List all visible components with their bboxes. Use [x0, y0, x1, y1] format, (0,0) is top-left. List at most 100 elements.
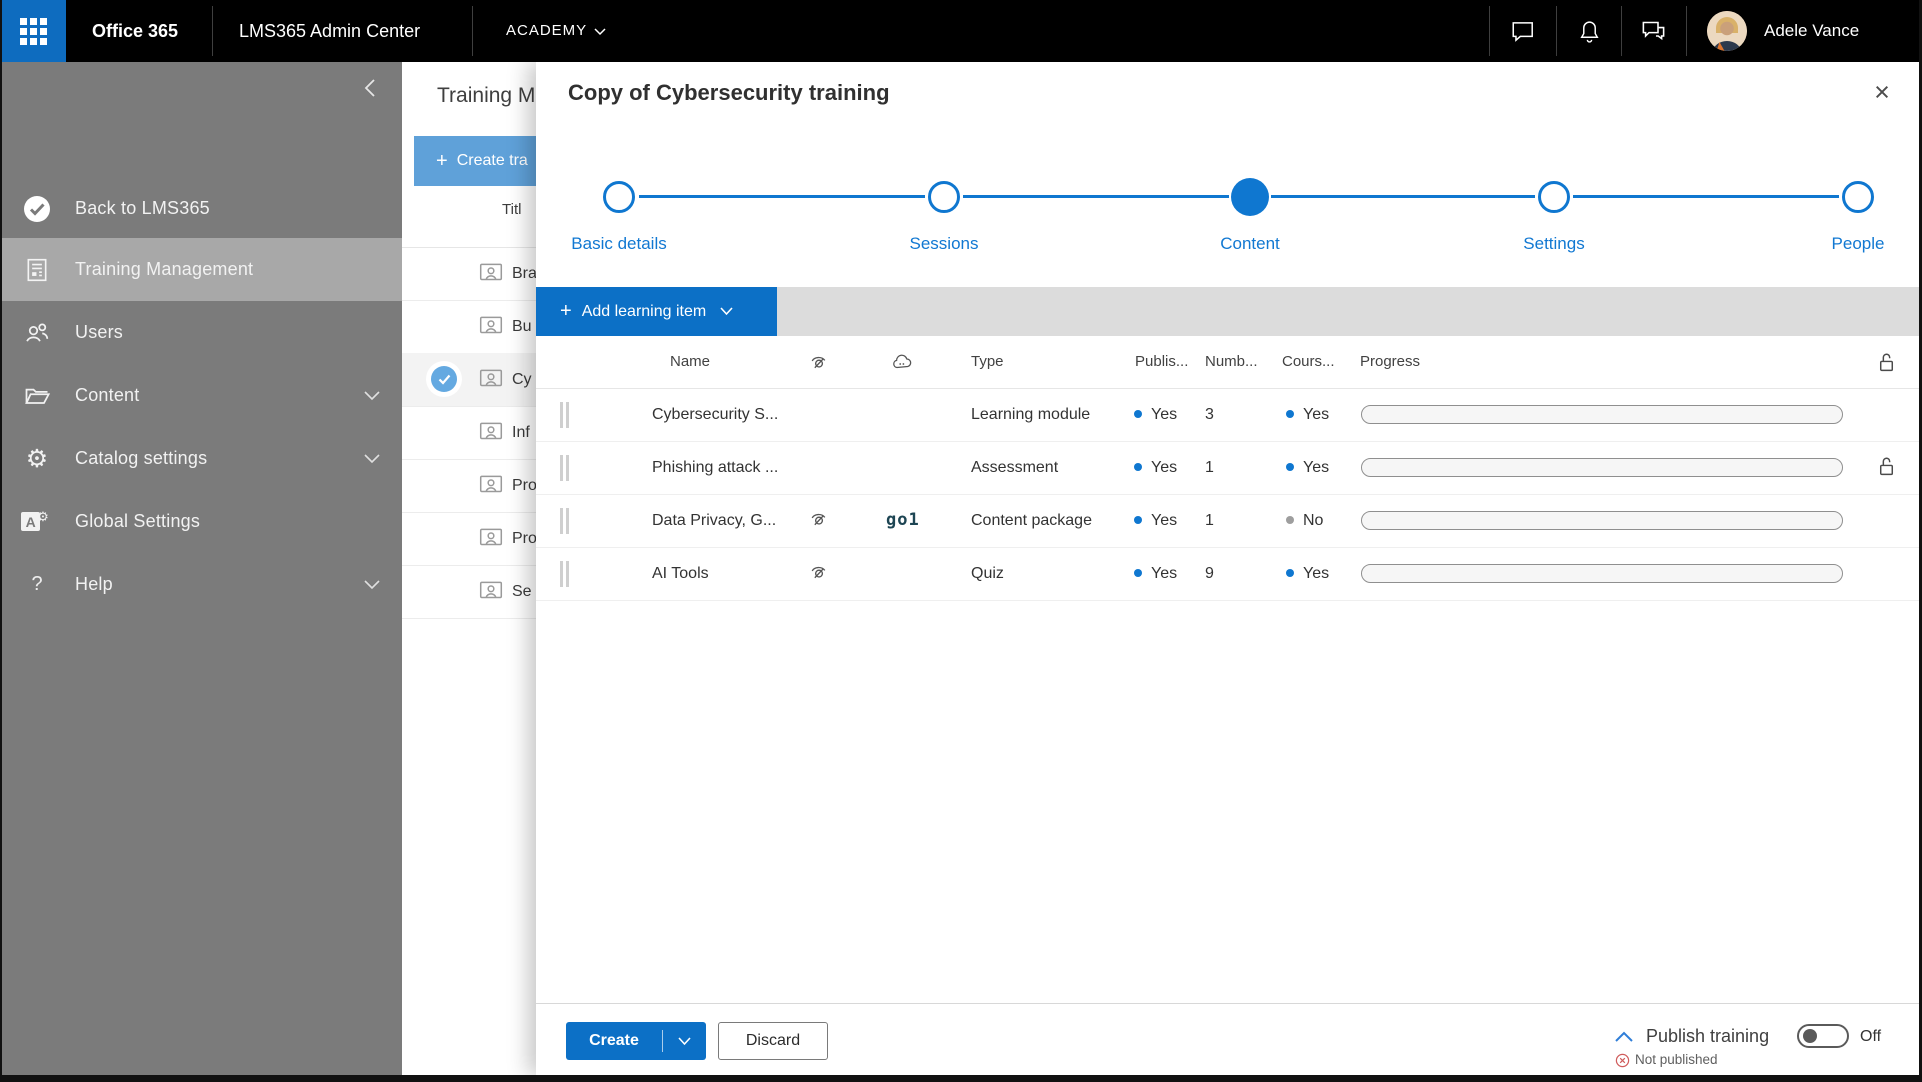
chevron-down-icon[interactable]: [594, 28, 606, 36]
feedback-icon[interactable]: [1633, 0, 1673, 62]
add-learning-item-button[interactable]: + Add learning item: [536, 287, 777, 336]
publish-training-label: Publish training: [1646, 1026, 1770, 1046]
lock-open-icon[interactable]: [1878, 456, 1895, 477]
training-document-icon: [22, 257, 52, 283]
selected-check-icon[interactable]: [431, 366, 457, 392]
notifications-bell-icon[interactable]: [1569, 0, 1609, 62]
tenant-selector[interactable]: ACADEMY: [506, 0, 587, 62]
step-label-basic-details[interactable]: Basic details: [534, 234, 704, 254]
step-circle-people[interactable]: [1842, 181, 1874, 213]
column-number[interactable]: Numb...: [1205, 336, 1258, 388]
chevron-down-icon[interactable]: [663, 1036, 706, 1046]
top-bar: Office 365 LMS365 Admin Center ACADEMY A…: [0, 0, 1922, 62]
list-item[interactable]: Pro: [402, 459, 536, 513]
table-row[interactable]: Data Privacy, G... go1 Content package Y…: [536, 494, 1922, 548]
user-name[interactable]: Adele Vance: [1764, 0, 1859, 62]
drag-handle-icon[interactable]: [560, 455, 569, 481]
step-label-content[interactable]: Content: [1165, 234, 1335, 254]
chevron-up-icon[interactable]: [1614, 1030, 1634, 1043]
published-dot-icon: [1134, 462, 1142, 471]
drag-handle-icon[interactable]: [560, 508, 569, 534]
item-name[interactable]: AI Tools: [652, 547, 709, 600]
step-circle-settings[interactable]: [1538, 181, 1570, 213]
brand-office365[interactable]: Office 365: [92, 0, 178, 62]
training-plan-icon: [478, 313, 504, 339]
sidebar-item-label: Content: [75, 385, 140, 405]
list-item[interactable]: Bra: [402, 247, 536, 301]
sidebar-collapse-button[interactable]: [352, 70, 388, 106]
window-border: [0, 0, 2, 1082]
list-item-selected[interactable]: Cy: [402, 353, 536, 407]
plus-icon: +: [436, 149, 448, 172]
sidebar-item-label: Back to LMS365: [75, 198, 210, 218]
drag-handle-icon[interactable]: [560, 561, 569, 587]
create-button[interactable]: Create: [566, 1022, 706, 1060]
column-published[interactable]: Publis...: [1135, 336, 1188, 388]
list-item[interactable]: Inf: [402, 406, 536, 460]
column-progress[interactable]: Progress: [1360, 336, 1420, 388]
chevron-down-icon[interactable]: [364, 579, 380, 590]
list-item-label: Pro: [512, 530, 536, 547]
publish-toggle[interactable]: [1797, 1024, 1849, 1048]
step-label-settings[interactable]: Settings: [1469, 234, 1639, 254]
progress-bar: [1361, 405, 1843, 424]
published-value: Yes: [1134, 547, 1177, 600]
chevron-down-icon[interactable]: [364, 453, 380, 464]
table-row[interactable]: AI Tools Quiz Yes 9 Yes: [536, 547, 1922, 601]
sidebar-item-help[interactable]: ? Help: [0, 553, 402, 616]
column-course[interactable]: Cours...: [1282, 336, 1335, 388]
tenant-label: ACADEMY: [506, 22, 588, 39]
app-title[interactable]: LMS365 Admin Center: [239, 0, 420, 62]
table-row[interactable]: Cybersecurity S... Learning module Yes 3…: [536, 388, 1922, 442]
step-circle-sessions[interactable]: [928, 181, 960, 213]
sidebar-item-training-management[interactable]: Training Management: [0, 238, 402, 301]
cloud-provider-icon[interactable]: [891, 353, 913, 370]
step-label-people[interactable]: People: [1773, 234, 1922, 254]
step-circle-basic-details[interactable]: [603, 181, 635, 213]
step-label-sessions[interactable]: Sessions: [859, 234, 1029, 254]
drag-handle-icon[interactable]: [560, 402, 569, 428]
list-item[interactable]: Se: [402, 565, 536, 619]
divider: [1686, 6, 1687, 56]
sidebar-item-back-to-lms365[interactable]: Back to LMS365: [0, 177, 402, 240]
stepper-line: [1573, 195, 1839, 198]
stepper-line: [639, 195, 925, 198]
chat-icon[interactable]: [1503, 0, 1543, 62]
item-type: Content package: [971, 512, 1092, 529]
plus-icon: +: [560, 300, 572, 322]
avatar[interactable]: [1707, 11, 1747, 51]
sidebar-item-global-settings[interactable]: A ⚙ Global Settings: [0, 490, 402, 553]
list-item[interactable]: Pro: [402, 512, 536, 566]
course-dot-icon: [1286, 409, 1294, 418]
item-name[interactable]: Data Privacy, G...: [652, 494, 776, 547]
sidebar-item-catalog-settings[interactable]: ⚙ Catalog settings: [0, 427, 402, 490]
progress-bar: [1361, 511, 1843, 530]
item-name[interactable]: Phishing attack ...: [652, 441, 778, 494]
stepper-line: [1271, 195, 1535, 198]
create-training-plan-button[interactable]: + Create tra: [414, 136, 536, 186]
close-icon[interactable]: ×: [1864, 74, 1900, 110]
lock-open-icon[interactable]: [1878, 352, 1895, 373]
column-name[interactable]: Name: [670, 336, 710, 388]
training-plan-icon: [478, 366, 504, 392]
item-name[interactable]: Cybersecurity S...: [652, 388, 778, 441]
chevron-down-icon[interactable]: [364, 390, 380, 401]
column-header-title[interactable]: Titl: [502, 201, 521, 218]
column-type[interactable]: Type: [971, 336, 1004, 388]
question-mark-icon: ?: [31, 573, 43, 595]
training-management-panel: Training M + Create tra Titl Bra Bu Cy I…: [402, 62, 536, 1075]
panel-title: Training M: [437, 84, 536, 107]
create-training-label: Create tra: [456, 152, 528, 169]
number-value: 9: [1205, 565, 1214, 582]
published-dot-icon: [1134, 515, 1142, 524]
divider: [1556, 6, 1557, 56]
table-row[interactable]: Phishing attack ... Assessment Yes 1 Yes: [536, 441, 1922, 495]
sidebar-item-users[interactable]: Users: [0, 301, 402, 364]
discard-button[interactable]: Discard: [718, 1022, 828, 1060]
sidebar-item-content[interactable]: Content: [0, 364, 402, 427]
app-launcher-button[interactable]: [0, 0, 66, 62]
hidden-eye-icon[interactable]: [808, 352, 829, 373]
list-item[interactable]: Bu: [402, 300, 536, 354]
training-plan-icon: [478, 525, 504, 551]
step-circle-content-current[interactable]: [1231, 178, 1269, 216]
